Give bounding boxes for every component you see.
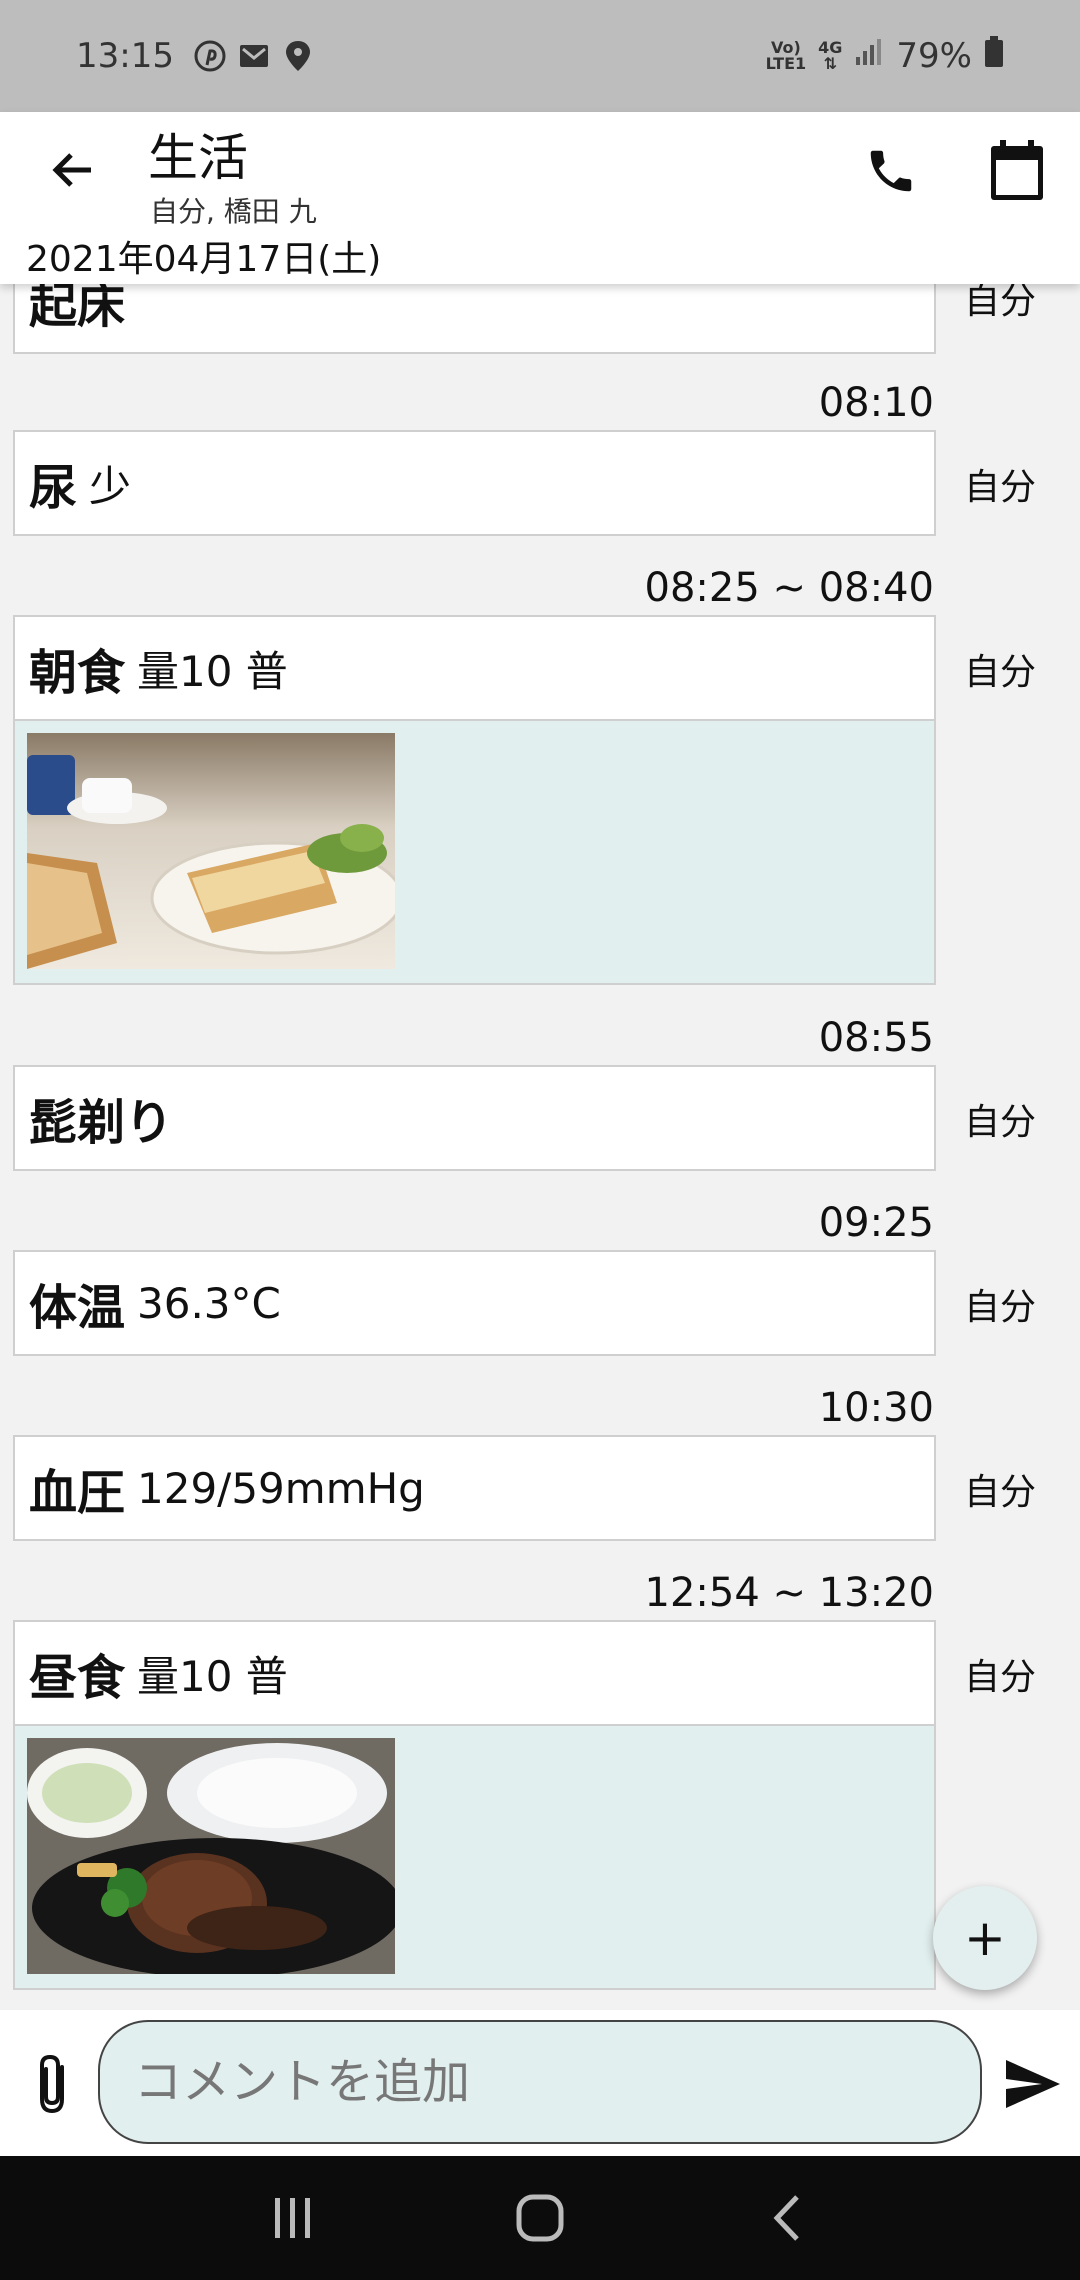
entry-detail: 量10 普: [137, 646, 288, 696]
plus-icon: +: [964, 1909, 1006, 1967]
recent-apps-icon: [275, 2198, 311, 2238]
comment-composer: [0, 2010, 1080, 2156]
entry-time: 08:10: [818, 380, 934, 426]
entry-card[interactable]: 血圧 129/59mmHg: [13, 1435, 936, 1541]
entry-author: 自分: [964, 652, 1037, 693]
entry-author: 自分: [964, 1102, 1037, 1143]
back-arrow-icon: [52, 153, 91, 187]
entry-author: 自分: [964, 1472, 1037, 1513]
page-title: 生活: [148, 129, 248, 187]
network-type: 4G ⇅: [818, 40, 842, 72]
breakfast-toast-photo[interactable]: [27, 733, 395, 969]
location-icon: [280, 38, 316, 74]
entry-title: 起床: [29, 284, 126, 334]
comment-input[interactable]: [98, 2020, 982, 2144]
signal-icon: [854, 36, 884, 76]
entry-card[interactable]: 尿 少: [13, 430, 936, 536]
add-entry-button[interactable]: +: [933, 1886, 1037, 1990]
phone-icon: [870, 150, 912, 192]
calendar-icon: [991, 140, 1043, 200]
page-date[interactable]: 2021年04月17日(土): [26, 230, 381, 282]
send-icon: [1006, 2060, 1060, 2108]
entry-author: 自分: [964, 1287, 1037, 1328]
entry-title: 髭剃り: [29, 1095, 174, 1151]
entry-detail: 36.3°C: [137, 1278, 281, 1328]
entry-title: 昼食: [29, 1650, 126, 1706]
system-nav-bar: [0, 2156, 1080, 2280]
attach-button[interactable]: [24, 2050, 80, 2120]
volte-indicator: Vo) LTE1: [766, 40, 807, 72]
entry-detail: 少: [89, 461, 132, 511]
phone-button[interactable]: [858, 138, 924, 204]
gmail-icon: [236, 38, 272, 74]
paperclip-icon: [40, 2054, 64, 2114]
entry-card[interactable]: 起床: [13, 284, 936, 354]
entry-title: 血圧: [29, 1465, 126, 1521]
entry-author: 自分: [964, 284, 1037, 322]
status-time: 13:15: [76, 36, 174, 76]
entry-time: 10:30: [818, 1385, 934, 1431]
entry-title: 体温: [29, 1280, 126, 1336]
timeline[interactable]: 起床 自分 08:10 尿 少 自分 08:25 ~ 08:40 朝食 量10 …: [0, 284, 1080, 2010]
entry-detail: 129/59mmHg: [137, 1463, 425, 1513]
send-button[interactable]: [1000, 2054, 1066, 2114]
page-subtitle: 自分, 橋田 九: [150, 195, 317, 228]
back-chevron-icon: [773, 2195, 799, 2241]
entry-author: 自分: [964, 467, 1037, 508]
app-bar: 生活 自分, 橋田 九 2021年04月17日(土): [0, 112, 1080, 284]
entry-card[interactable]: 髭剃り: [13, 1065, 936, 1171]
lunch-hamburg-photo[interactable]: [27, 1738, 395, 1974]
entry-photo-area: [15, 1724, 934, 1988]
entry-author: 自分: [964, 1657, 1037, 1698]
lte-label: LTE1: [765, 54, 807, 73]
battery-percent: 79%: [896, 36, 972, 76]
pinterest-icon: [192, 38, 228, 74]
entry-title: 朝食: [29, 645, 126, 701]
data-arrows-icon: ⇅: [823, 54, 837, 73]
entry-card[interactable]: 昼食 量10 普: [13, 1620, 936, 1990]
entry-time: 12:54 ~ 13:20: [644, 1570, 935, 1616]
entry-title: 尿: [29, 460, 78, 516]
entry-time: 08:55: [818, 1015, 934, 1061]
entry-detail: 量10 普: [137, 1651, 288, 1701]
status-bar: 13:15 Vo) LTE1 4G ⇅ 79%: [0, 0, 1080, 112]
home-button[interactable]: [500, 2178, 580, 2258]
battery-icon: [984, 35, 1004, 77]
entry-card[interactable]: 朝食 量10 普: [13, 615, 936, 985]
recent-apps-button[interactable]: [253, 2178, 333, 2258]
entry-time: 08:25 ~ 08:40: [644, 565, 935, 611]
home-icon: [516, 2194, 564, 2242]
back-button[interactable]: [40, 137, 106, 203]
entry-card[interactable]: 体温 36.3°C: [13, 1250, 936, 1356]
entry-photo-area: [15, 719, 934, 983]
entry-time: 09:25: [818, 1200, 934, 1246]
back-nav-button[interactable]: [747, 2178, 827, 2258]
calendar-button[interactable]: [984, 136, 1050, 206]
